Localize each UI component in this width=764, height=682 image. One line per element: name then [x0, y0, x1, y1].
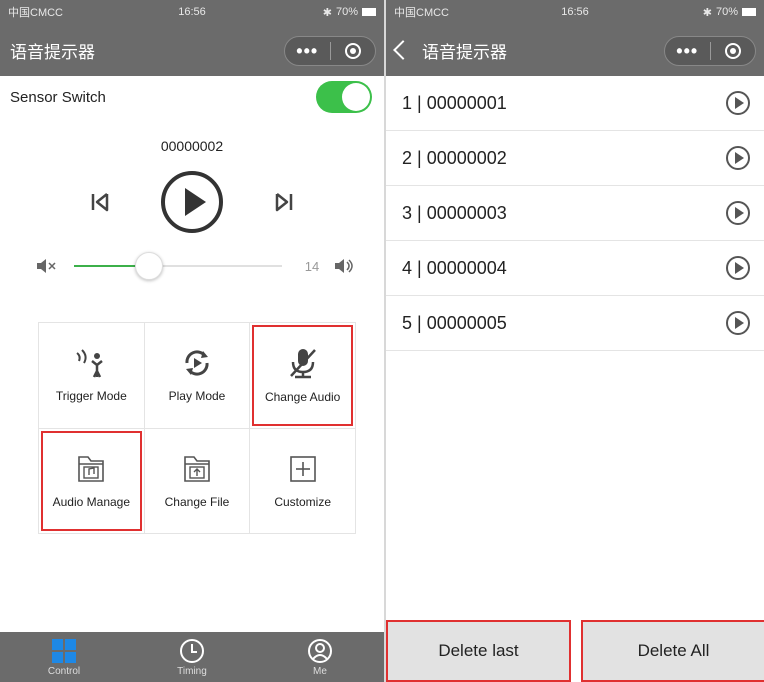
customize-cell[interactable]: Customize [250, 428, 356, 534]
toggle-knob [342, 83, 370, 111]
skip-previous-icon [91, 193, 109, 212]
clock-icon [180, 638, 204, 663]
volume-value: 14 [304, 258, 320, 274]
play-mode-cell[interactable]: Play Mode [144, 323, 251, 429]
page-title: 语音提示器 [10, 42, 95, 62]
trigger-icon [76, 349, 104, 378]
more-icon[interactable]: ••• [665, 36, 710, 66]
cell-label: Customize [274, 494, 331, 509]
cell-label: Play Mode [168, 389, 226, 404]
next-button[interactable] [272, 190, 296, 214]
tab-label: Control [47, 665, 81, 677]
play-icon[interactable] [726, 311, 750, 335]
previous-button[interactable] [88, 190, 112, 214]
volume-slider[interactable] [74, 252, 282, 280]
sensor-switch-row: Sensor Switch [0, 76, 384, 118]
playback-controls [0, 170, 384, 234]
list-item[interactable]: 2 | 00000002 [386, 131, 764, 186]
status-bar: 中国CMCC 16:56 ✱ 70% [0, 0, 384, 24]
list-item-text: 2 | 00000002 [402, 147, 507, 168]
volume-thumb[interactable] [134, 252, 163, 280]
play-circle-icon [161, 171, 223, 233]
close-capsule-button[interactable] [711, 43, 756, 59]
volume-row: 14 [0, 246, 384, 286]
sensor-toggle[interactable] [316, 81, 372, 113]
cell-label: Trigger Mode [55, 389, 127, 404]
list-item-text: 4 | 00000004 [402, 257, 507, 278]
bottom-tab-bar: Control Timing Me [0, 632, 384, 682]
delete-all-button[interactable]: Delete All [581, 620, 764, 682]
change-file-cell[interactable]: Change File [144, 428, 251, 534]
grid-icon [52, 638, 76, 663]
delete-last-button[interactable]: Delete last [386, 620, 571, 682]
page-title: 语音提示器 [422, 42, 507, 62]
list-item-text: 3 | 00000003 [402, 202, 507, 223]
skip-next-icon [275, 193, 293, 212]
list-item[interactable]: 5 | 00000005 [386, 296, 764, 351]
plus-box-icon [289, 455, 316, 482]
bottom-actions: Delete last Delete All [386, 610, 764, 682]
mute-icon[interactable] [36, 258, 58, 274]
cell-label: Audio Manage [52, 494, 131, 509]
list-item-text: 1 | 00000001 [402, 92, 507, 113]
music-folder-icon [78, 455, 105, 482]
status-bar: 中国CMCC 16:56 ✱ 70% [386, 0, 764, 24]
audio-manage-cell[interactable]: Audio Manage [39, 428, 145, 534]
current-track: 00000002 [160, 138, 224, 154]
cell-label: Change Audio [264, 390, 341, 405]
change-audio-cell[interactable]: Change Audio [250, 323, 356, 429]
tab-control[interactable]: Control [0, 632, 128, 682]
play-icon[interactable] [726, 256, 750, 280]
target-icon [344, 43, 361, 59]
tab-label: Timing [177, 665, 207, 677]
list-item-text: 5 | 00000005 [402, 312, 507, 333]
play-icon[interactable] [726, 91, 750, 115]
tab-timing[interactable]: Timing [128, 632, 256, 682]
back-icon[interactable] [393, 40, 413, 60]
function-grid: Trigger Mode Play Mode Change Audio Audi… [38, 322, 356, 534]
mic-off-icon [289, 349, 316, 379]
audio-list: 1 | 00000001 2 | 00000002 3 | 00000003 4… [386, 76, 764, 351]
title-bar: 语音提示器 ••• [0, 24, 384, 76]
target-icon [724, 43, 741, 59]
play-button[interactable] [160, 170, 224, 234]
close-capsule-button[interactable] [331, 43, 376, 59]
title-bar: 语音提示器 ••• [386, 24, 764, 76]
tab-me[interactable]: Me [256, 632, 384, 682]
mini-program-capsule: ••• [664, 36, 756, 66]
mini-program-capsule: ••• [284, 36, 376, 66]
upload-folder-icon [184, 455, 210, 482]
volume-up-icon[interactable] [334, 258, 356, 274]
trigger-mode-cell[interactable]: Trigger Mode [39, 323, 145, 429]
status-time: 16:56 [178, 6, 206, 18]
control-screen: 中国CMCC 16:56 ✱ 70% 语音提示器 ••• Sensor Swit… [0, 0, 384, 682]
list-item[interactable]: 4 | 00000004 [386, 241, 764, 296]
audio-list-screen: 中国CMCC 16:56 ✱ 70% 语音提示器 ••• 1 | 0000000… [386, 0, 764, 682]
play-icon[interactable] [726, 201, 750, 225]
play-mode-icon [185, 350, 209, 376]
list-item[interactable]: 3 | 00000003 [386, 186, 764, 241]
play-icon[interactable] [726, 146, 750, 170]
user-icon [308, 638, 332, 663]
tab-label: Me [313, 665, 327, 677]
more-icon[interactable]: ••• [285, 36, 330, 66]
list-item[interactable]: 1 | 00000001 [386, 76, 764, 131]
cell-label: Change File [164, 494, 230, 509]
status-time: 16:56 [561, 6, 589, 18]
sensor-switch-label: Sensor Switch [10, 88, 106, 106]
